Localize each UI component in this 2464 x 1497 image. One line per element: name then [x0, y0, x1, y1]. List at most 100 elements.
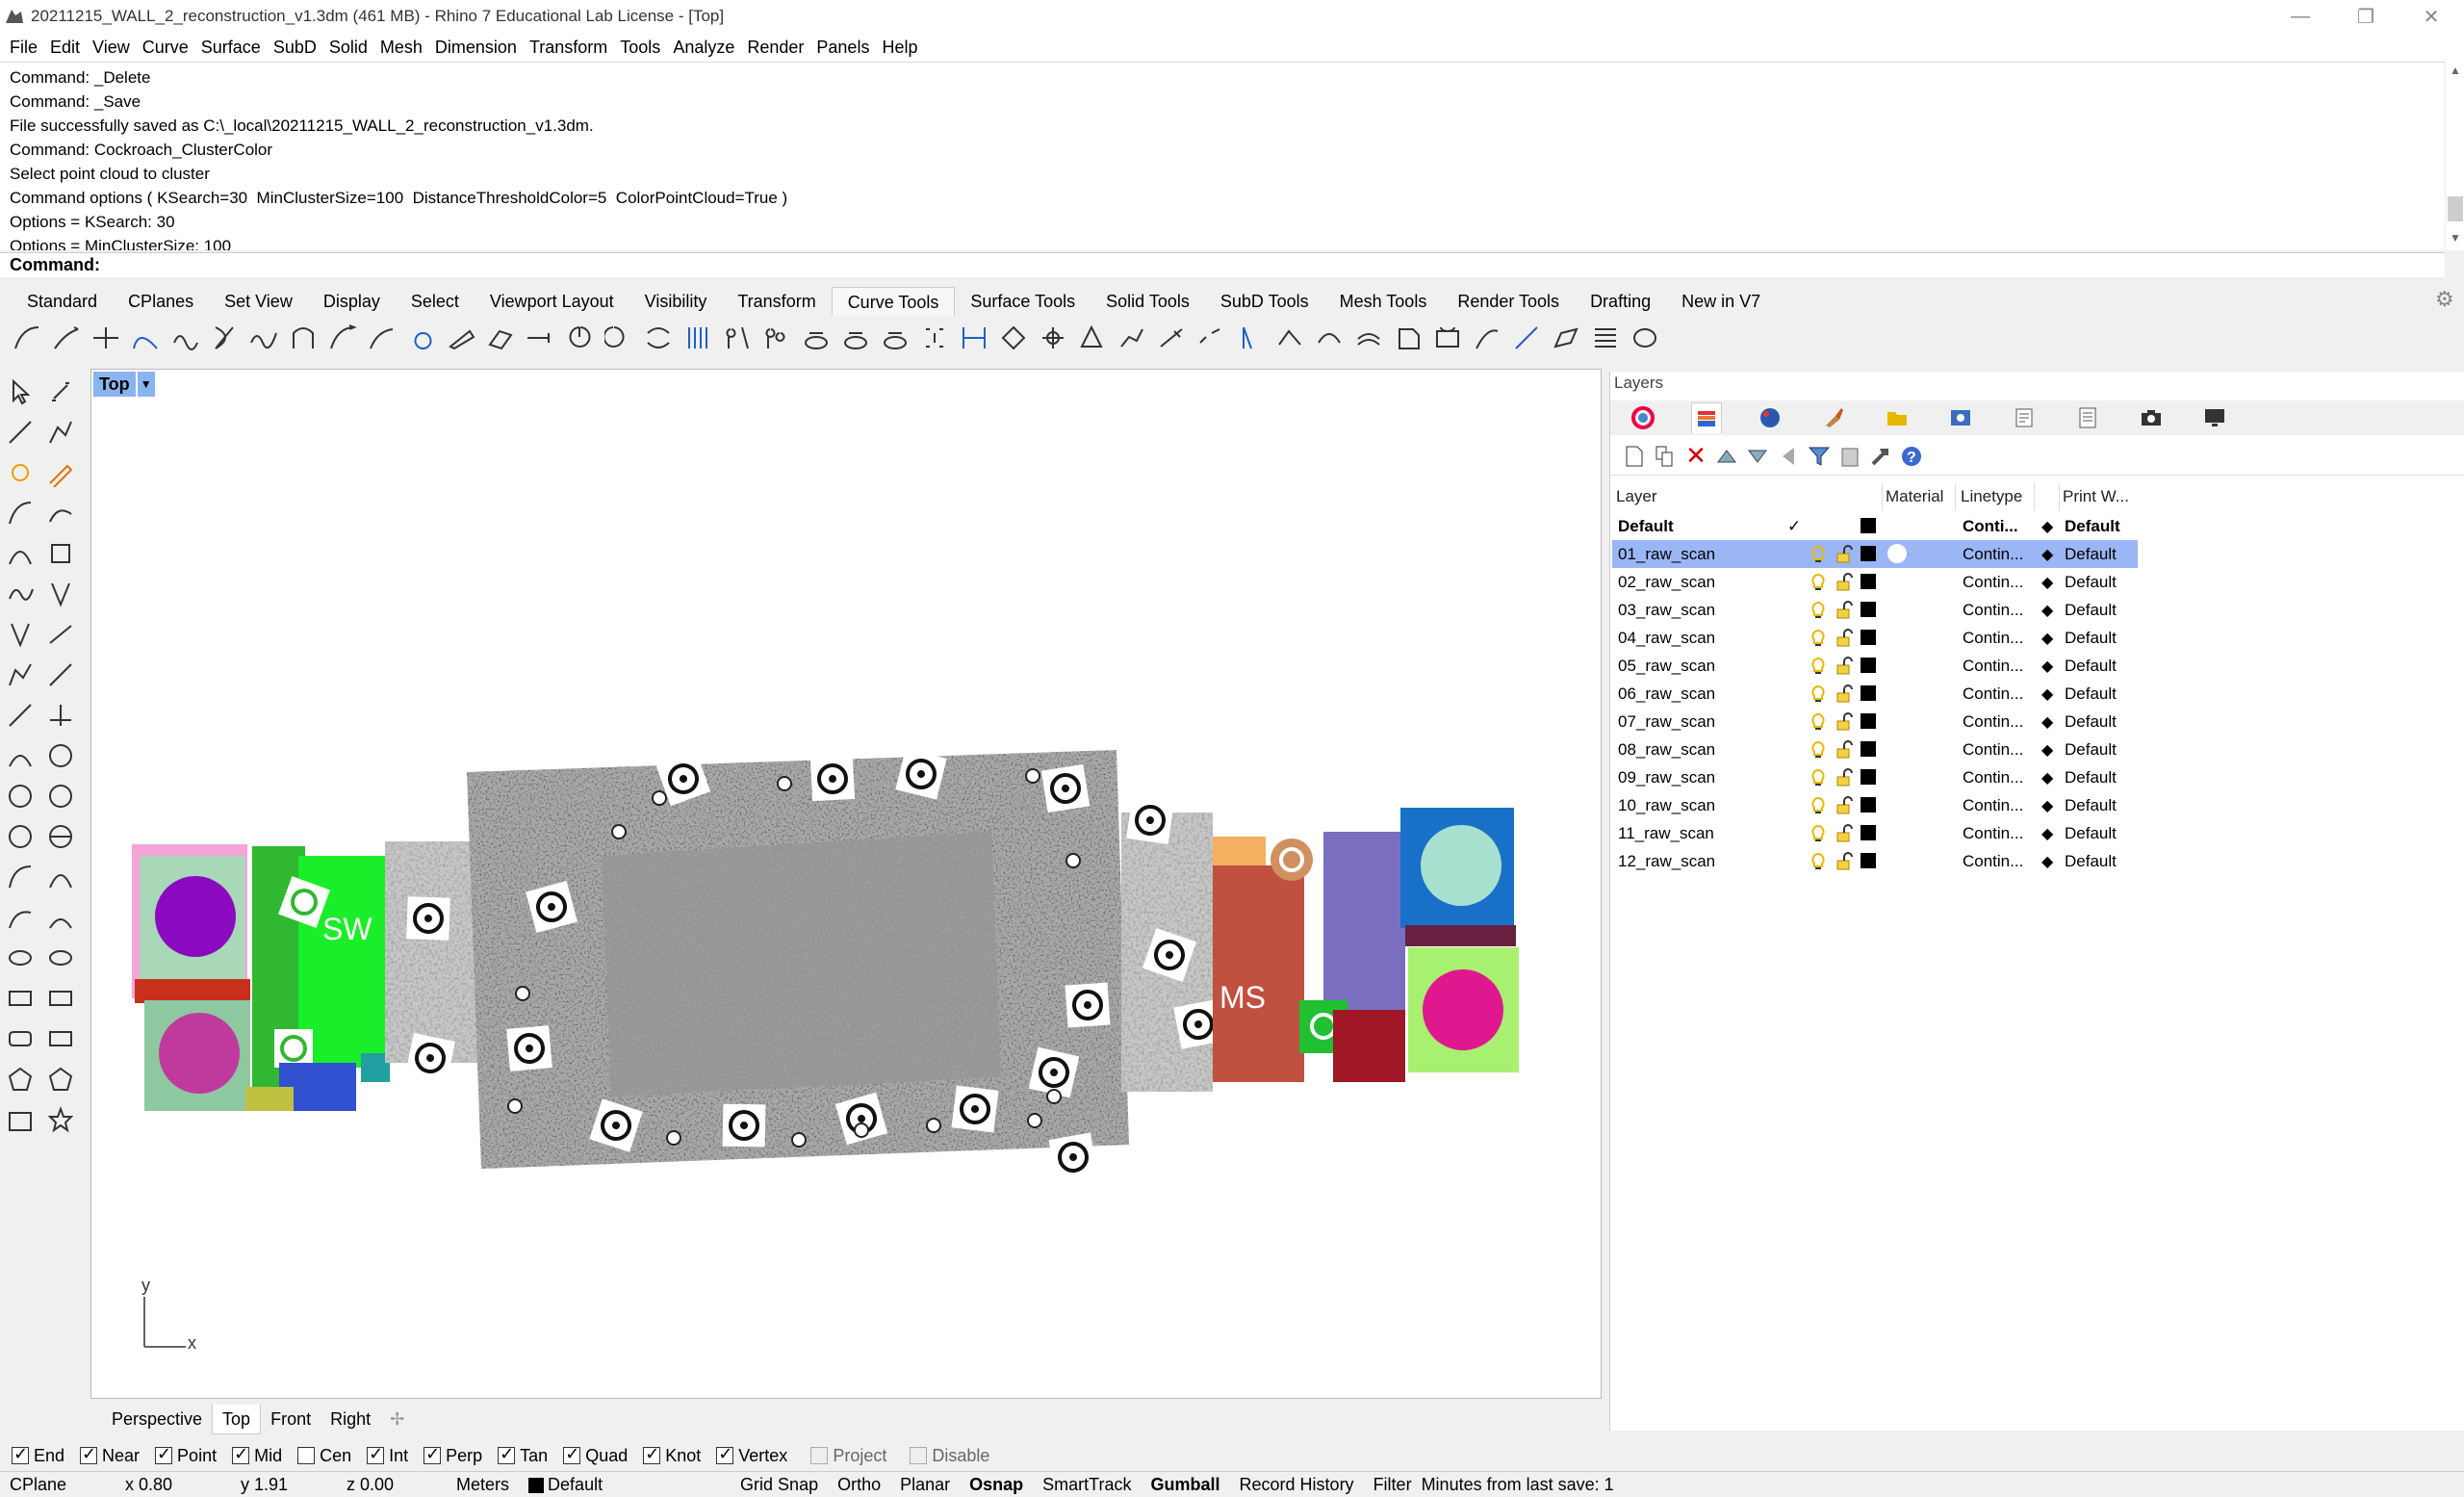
tab-solid-tools[interactable]: Solid Tools: [1091, 287, 1205, 316]
point-line-icon[interactable]: [4, 699, 37, 732]
status-cplane[interactable]: CPlane: [0, 1475, 76, 1495]
diamond-icon[interactable]: [998, 323, 1029, 353]
restore-icon[interactable]: ❐: [2333, 0, 2399, 33]
wave-icon[interactable]: [248, 323, 279, 353]
layer-row[interactable]: 04_raw_scan Contin... ◆ Default: [1612, 624, 2138, 652]
arc-tan-icon[interactable]: [4, 861, 37, 893]
osnap-checkbox[interactable]: [297, 1447, 316, 1464]
layer-linetype[interactable]: Contin...: [1963, 629, 2023, 648]
curve-through-icon[interactable]: [44, 497, 77, 529]
tab-select[interactable]: Select: [396, 287, 475, 316]
lock-open-icon[interactable]: [1835, 629, 1853, 648]
contour-icon[interactable]: [682, 323, 713, 353]
vline-icon[interactable]: [4, 618, 37, 651]
lock-open-icon[interactable]: [1835, 601, 1853, 620]
menu-analyze[interactable]: Analyze: [669, 38, 743, 58]
sweep-icon[interactable]: [1472, 323, 1502, 353]
bulb-icon[interactable]: [1810, 601, 1826, 620]
edit-icon[interactable]: [44, 456, 77, 489]
osnap-disable[interactable]: Disable: [910, 1446, 989, 1466]
layer-linetype[interactable]: Contin...: [1963, 545, 2023, 564]
osnap-int[interactable]: Int: [367, 1444, 408, 1466]
tab-new-in-v7[interactable]: New in V7: [1666, 287, 1776, 316]
layer-row[interactable]: 06_raw_scan Contin... ◆ Default: [1612, 680, 2138, 708]
line-2-icon[interactable]: [44, 658, 77, 691]
tab-subd-tools[interactable]: SubD Tools: [1205, 287, 1324, 316]
curve-cp-icon[interactable]: [4, 497, 37, 529]
layer-row[interactable]: 01_raw_scan Contin... ◆ Default: [1612, 540, 2138, 568]
bulb-icon[interactable]: [1810, 768, 1826, 787]
move-up-icon[interactable]: [1714, 444, 1739, 469]
layer-row[interactable]: 09_raw_scan Contin... ◆ Default: [1612, 763, 2138, 791]
scroll-up-icon[interactable]: ▲: [2446, 64, 2464, 77]
layer-row[interactable]: 08_raw_scan Contin... ◆ Default: [1612, 736, 2138, 763]
print-color-icon[interactable]: ◆: [2041, 657, 2053, 676]
list-icon[interactable]: [1590, 323, 1621, 353]
layer-linetype[interactable]: Contin...: [1963, 712, 2023, 732]
layer-row[interactable]: 07_raw_scan Contin... ◆ Default: [1612, 708, 2138, 736]
print-color-icon[interactable]: ◆: [2041, 824, 2053, 843]
command-history[interactable]: Command: _Delete Command: _Save File suc…: [0, 62, 2445, 250]
status-osnap[interactable]: Osnap: [960, 1475, 1033, 1495]
bulb-icon[interactable]: [1810, 740, 1826, 760]
diagonal-line-icon[interactable]: [1511, 323, 1542, 353]
status-layer[interactable]: Default: [519, 1475, 731, 1495]
filter-icon[interactable]: [1807, 444, 1832, 469]
menu-edit[interactable]: Edit: [46, 38, 89, 58]
layers-tab-icon[interactable]: [1691, 402, 1722, 433]
print-color-icon[interactable]: ◆: [2041, 545, 2053, 564]
gear-point-icon[interactable]: [4, 456, 37, 489]
layer-color-swatch[interactable]: [1861, 713, 1876, 729]
tab-visibility[interactable]: Visibility: [629, 287, 723, 316]
tab-set-view[interactable]: Set View: [209, 287, 308, 316]
bulb-icon[interactable]: [1810, 852, 1826, 871]
rebuild-icon[interactable]: [209, 323, 240, 353]
osnap-checkbox[interactable]: [716, 1444, 734, 1464]
arc-icon[interactable]: [4, 537, 37, 570]
osnap-end[interactable]: End: [12, 1444, 64, 1466]
camera-tab-icon[interactable]: [2136, 402, 2167, 433]
notes-tab-icon[interactable]: [2072, 402, 2103, 433]
named-views-tab-icon[interactable]: [1945, 402, 1976, 433]
freeform-icon[interactable]: [4, 578, 37, 610]
named-cplanes-tab-icon[interactable]: [2009, 402, 2040, 433]
osnap-project[interactable]: Project: [810, 1446, 886, 1466]
print-color-icon[interactable]: ◆: [2041, 573, 2053, 592]
osnap-tan[interactable]: Tan: [498, 1444, 548, 1466]
ellipse-icon[interactable]: [1630, 323, 1660, 353]
osnap-checkbox[interactable]: [80, 1444, 98, 1464]
tab-cplanes[interactable]: CPlanes: [113, 287, 209, 316]
layer-linetype[interactable]: Conti...: [1963, 517, 2018, 536]
bulb-icon[interactable]: [1810, 629, 1826, 648]
tab-top[interactable]: Top: [212, 1404, 262, 1434]
layer-name[interactable]: 05_raw_scan: [1618, 657, 1715, 676]
circle-icon[interactable]: [603, 323, 634, 353]
tab-render-tools[interactable]: Render Tools: [1442, 287, 1575, 316]
print-color-icon[interactable]: ◆: [2041, 796, 2053, 815]
print-color-icon[interactable]: ◆: [2041, 852, 2053, 871]
tangent-icon[interactable]: [44, 618, 77, 651]
status-planar[interactable]: Planar: [890, 1475, 960, 1495]
osnap-checkbox[interactable]: [810, 1447, 829, 1464]
layer-linetype[interactable]: Contin...: [1963, 796, 2023, 815]
col-linetype[interactable]: Linetype: [1961, 487, 2022, 506]
layer-color-swatch[interactable]: [1861, 574, 1876, 589]
layer-color-swatch[interactable]: [1861, 825, 1876, 840]
layer-color-swatch[interactable]: [1861, 546, 1876, 561]
arc-bridge-icon[interactable]: [1314, 323, 1345, 353]
polyline-icon[interactable]: [44, 416, 77, 449]
bulb-icon[interactable]: [1810, 657, 1826, 676]
layer-color-swatch[interactable]: [1861, 602, 1876, 617]
layer-linetype[interactable]: Contin...: [1963, 657, 2023, 676]
toolbar-settings-icon[interactable]: ⚙: [2435, 287, 2458, 311]
layer-name[interactable]: 07_raw_scan: [1618, 712, 1715, 732]
bulb-icon[interactable]: [1810, 796, 1826, 815]
command-line[interactable]: Command:: [0, 252, 2445, 277]
osnap-checkbox[interactable]: [155, 1444, 173, 1464]
layer-name[interactable]: Default: [1618, 517, 1674, 536]
menu-mesh[interactable]: Mesh: [376, 38, 431, 58]
menu-dimension[interactable]: Dimension: [431, 38, 526, 58]
layer-color-swatch[interactable]: [1861, 741, 1876, 757]
status-filter[interactable]: Filter: [1364, 1475, 1422, 1495]
menu-file[interactable]: File: [6, 38, 46, 58]
